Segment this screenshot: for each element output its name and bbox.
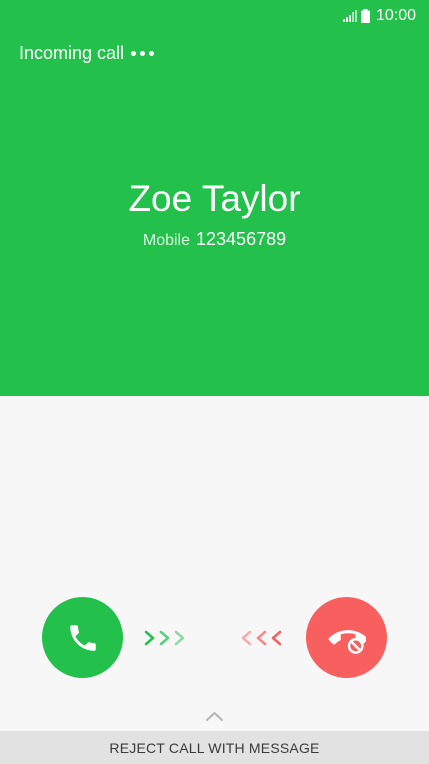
reject-with-message-button[interactable]: REJECT CALL WITH MESSAGE — [0, 731, 429, 764]
incoming-call-label: Incoming call — [19, 43, 125, 63]
chevrons-left-icon — [241, 630, 282, 646]
caller-panel: 10:00 Incoming call Zoe Taylor Mobile 123… — [0, 0, 429, 396]
battery-icon — [360, 9, 370, 23]
incoming-call-header: Incoming call — [19, 43, 155, 64]
caller-name: Zoe Taylor — [128, 178, 301, 219]
status-time: 10:00 — [375, 7, 416, 24]
more-dots-icon[interactable] — [131, 44, 155, 64]
phone-icon — [69, 624, 96, 651]
phone-reject-icon — [328, 629, 366, 654]
reject-with-message-label: REJECT CALL WITH MESSAGE — [109, 739, 320, 756]
signal-icon — [342, 10, 357, 22]
caller-number-type: Mobile — [142, 232, 191, 249]
reject-call-button[interactable] — [306, 597, 387, 678]
chevrons-right-icon — [144, 630, 185, 646]
chevron-up-icon[interactable] — [204, 710, 225, 722]
caller-details: Mobile 123456789 — [0, 229, 429, 250]
answer-call-button[interactable] — [42, 597, 123, 678]
status-bar: 10:00 — [342, 6, 416, 26]
incoming-call-screen: 10:00 Incoming call Zoe Taylor Mobile 123… — [0, 0, 429, 764]
caller-number: 123456789 — [196, 229, 287, 249]
